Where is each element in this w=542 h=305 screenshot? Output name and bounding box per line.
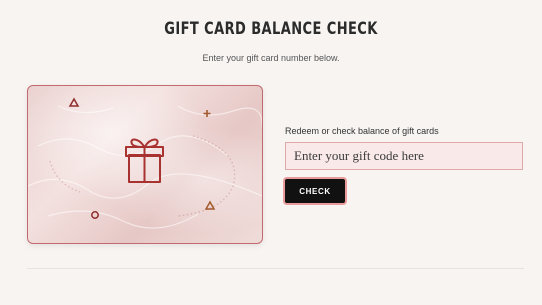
gift-code-input[interactable] <box>285 142 523 170</box>
check-button[interactable]: CHECK <box>285 179 345 203</box>
page-title: GIFT CARD BALANCE CHECK <box>164 19 378 39</box>
divider <box>27 268 524 269</box>
gift-icon <box>125 138 164 183</box>
triangle-icon <box>68 97 80 107</box>
gift-card-image <box>27 85 263 244</box>
plus-icon <box>203 110 211 117</box>
page-subtitle: Enter your gift card number below. <box>202 53 340 63</box>
redeem-label: Redeem or check balance of gift cards <box>285 126 439 136</box>
